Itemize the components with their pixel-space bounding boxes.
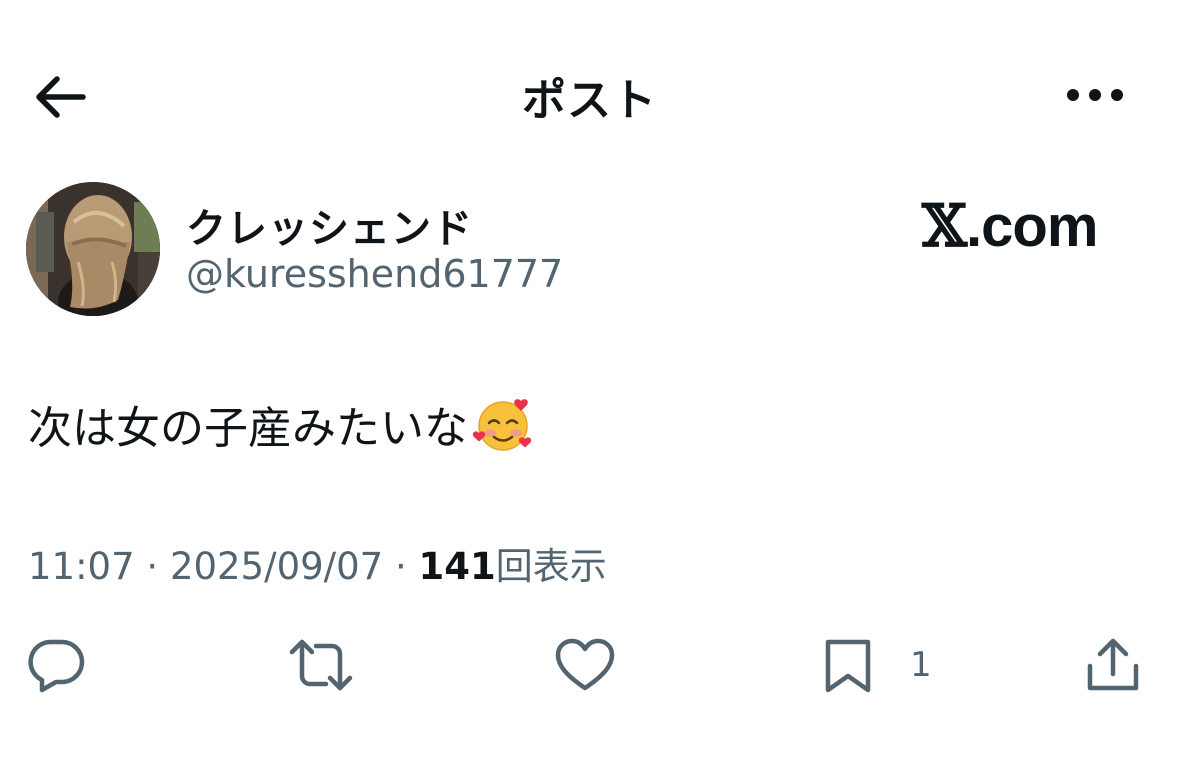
share-button[interactable] (1084, 630, 1142, 700)
bookmark-count: 1 (910, 645, 932, 685)
avatar-photo (26, 182, 160, 316)
action-bar: 1 (0, 620, 1179, 710)
share-icon (1087, 638, 1139, 691)
reply-button[interactable] (28, 630, 86, 700)
heart-icon (555, 638, 615, 691)
x-com-watermark: 𝕏.com (922, 192, 1098, 260)
post-text-content: 次は女の子産みたいな (28, 403, 468, 454)
avatar[interactable] (26, 182, 160, 316)
meta-separator: · (383, 545, 419, 588)
reply-icon (28, 639, 85, 693)
author-handle[interactable]: @kuresshend61777 (186, 252, 563, 296)
post-text: 次は女の子産みたいな (28, 392, 534, 456)
top-bar: ポスト (0, 0, 1179, 190)
page-title: ポスト (522, 75, 657, 126)
post-meta: 11:07 · 2025/09/07 · 141回表示 (28, 536, 607, 590)
post-time: 11:07 (28, 545, 135, 588)
post-date: 2025/09/07 (169, 545, 384, 588)
views-count[interactable]: 141 (419, 545, 496, 588)
watermark-domain: .com (966, 194, 1098, 259)
repost-icon (289, 639, 353, 691)
bookmark-icon (825, 639, 871, 693)
author-name[interactable]: クレッシェンド (186, 196, 473, 254)
like-button[interactable] (554, 630, 616, 700)
x-logo-icon: 𝕏 (922, 192, 967, 260)
bookmark-button[interactable]: 1 (822, 630, 932, 700)
meta-separator: · (134, 545, 170, 588)
repost-button[interactable] (288, 630, 354, 700)
views-label[interactable]: 回表示 (496, 545, 607, 588)
more-horizontal-icon (1067, 89, 1123, 101)
smiling-face-with-hearts-icon (472, 399, 532, 451)
more-button[interactable] (1062, 80, 1128, 110)
